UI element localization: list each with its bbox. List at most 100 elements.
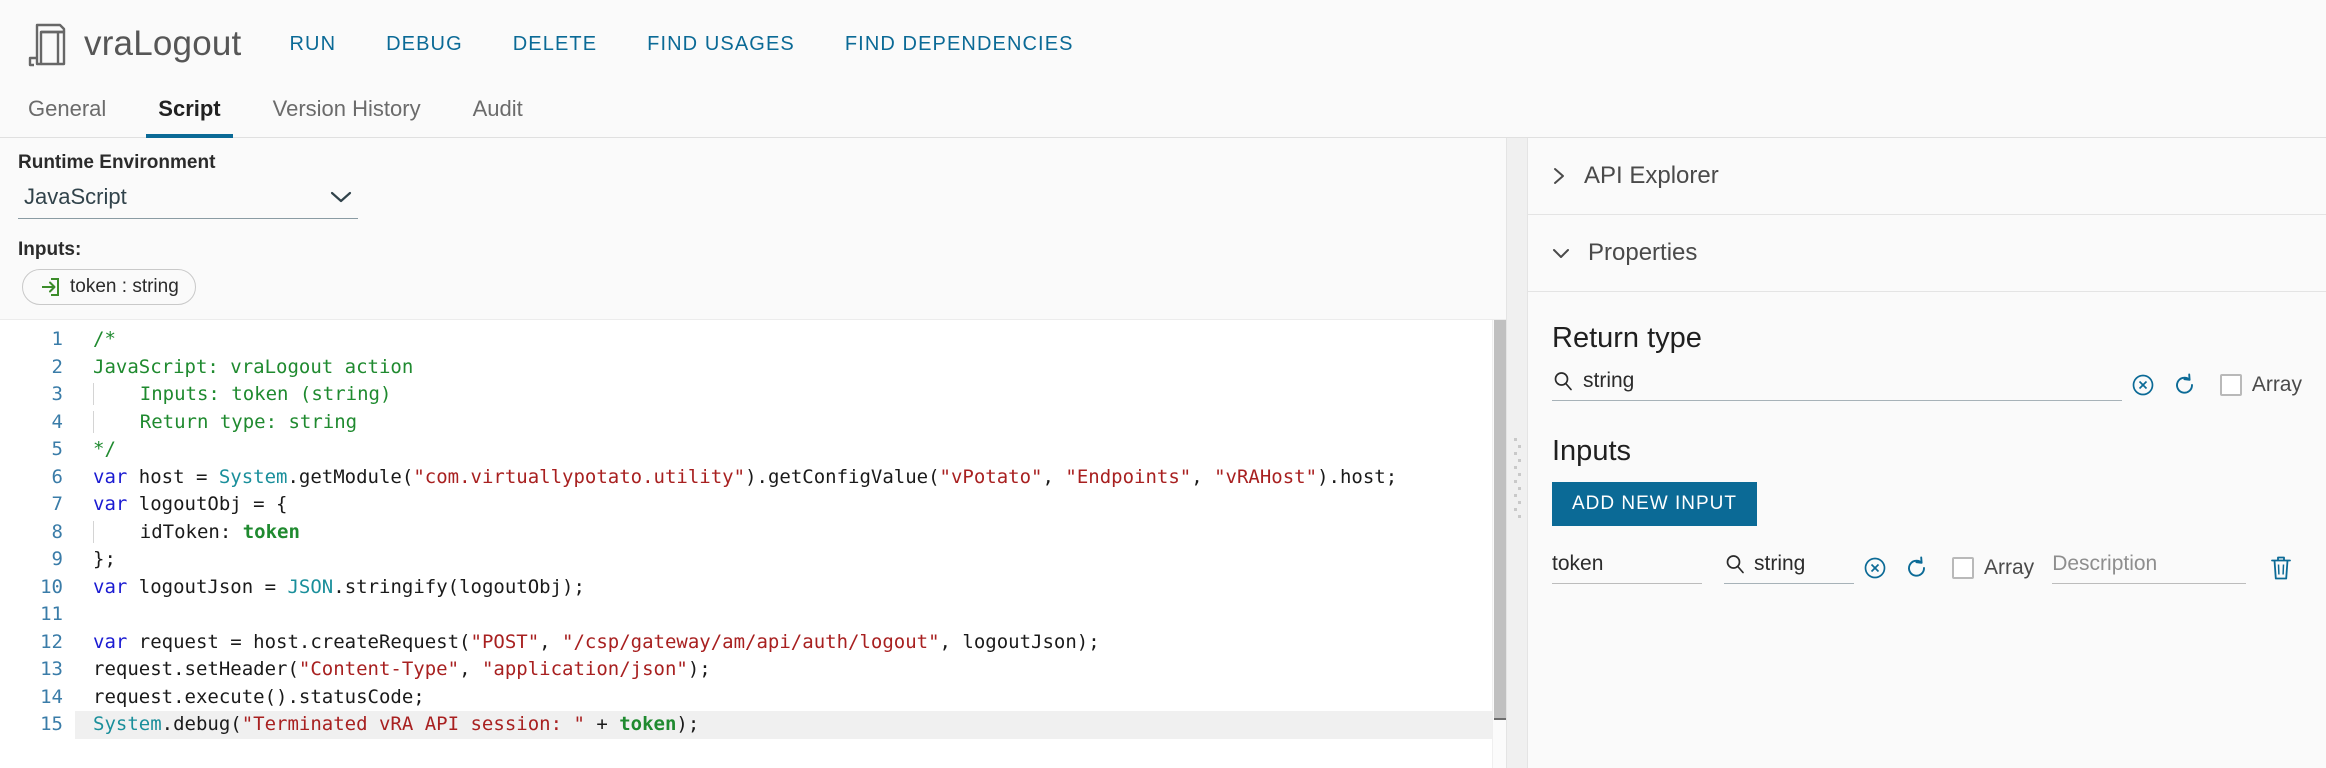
- code-token: idToken:: [105, 520, 243, 543]
- code-line[interactable]: idToken: token: [75, 519, 1506, 547]
- code-token: System: [218, 465, 288, 488]
- run-button[interactable]: RUN: [289, 25, 336, 64]
- runtime-environment-block: Runtime Environment JavaScript: [0, 138, 1506, 219]
- inputs-title: Inputs: [1552, 435, 1631, 467]
- code-content[interactable]: /* JavaScript: vraLogout action Inputs: t…: [75, 326, 1506, 739]
- code-token: System: [93, 713, 162, 735]
- input-arrow-icon: [42, 278, 59, 296]
- indent-guide: [93, 410, 106, 433]
- code-token: host =: [127, 465, 219, 488]
- code-line[interactable]: request.execute().statusCode;: [75, 684, 1506, 712]
- code-line[interactable]: request.setHeader("Content-Type", "appli…: [75, 656, 1506, 684]
- runtime-environment-select[interactable]: JavaScript: [18, 182, 358, 219]
- input-array-label: Array: [1984, 556, 2035, 579]
- line-number: 13: [40, 658, 63, 680]
- line-number: 5: [51, 438, 63, 460]
- properties-label: Properties: [1588, 239, 1698, 266]
- return-type-search-field[interactable]: string: [1552, 369, 2122, 401]
- code-line[interactable]: JavaScript: vraLogout action: [75, 354, 1506, 382]
- line-number: 6: [51, 465, 63, 488]
- return-type-row: string Array: [1552, 369, 2302, 401]
- code-line[interactable]: var logoutObj = {: [75, 491, 1506, 519]
- editor-vertical-scrollbar[interactable]: [1492, 320, 1506, 768]
- code-token: .getModule(: [287, 465, 414, 488]
- input-chip-token[interactable]: token : string: [22, 269, 196, 305]
- pane-splitter[interactable]: [1506, 138, 1528, 768]
- trash-icon: [2271, 556, 2291, 580]
- indent-guide: [93, 520, 106, 543]
- code-token: request = host.createRequest(: [127, 630, 471, 653]
- code-line[interactable]: */: [75, 436, 1506, 464]
- code-line[interactable]: /*: [75, 326, 1506, 354]
- code-token: "com.virtuallypotato.utility": [413, 465, 746, 488]
- delete-button[interactable]: DELETE: [513, 25, 597, 64]
- properties-body: Return type string Array Inputs ADD NEW …: [1528, 292, 2326, 584]
- code-line[interactable]: };: [75, 546, 1506, 574]
- clear-circle-icon: [1864, 557, 1886, 579]
- code-token: );: [676, 713, 700, 735]
- line-number: 11: [40, 603, 63, 625]
- debug-button[interactable]: DEBUG: [386, 25, 463, 64]
- line-number: 7: [51, 493, 63, 515]
- input-type-refresh-button[interactable]: [1896, 555, 1938, 581]
- line-number: 9: [51, 548, 63, 570]
- tab-general[interactable]: General: [16, 96, 118, 138]
- code-token: "Content-Type": [298, 658, 460, 680]
- return-type-value: string: [1583, 369, 1635, 392]
- runtime-environment-value: JavaScript: [24, 184, 127, 209]
- api-explorer-label: API Explorer: [1584, 162, 1719, 189]
- add-new-input-button[interactable]: ADD NEW INPUT: [1552, 482, 1757, 526]
- input-type-clear-button[interactable]: [1854, 555, 1896, 581]
- input-name-field[interactable]: token: [1552, 552, 1702, 584]
- code-token: "/csp/gateway/am/api/auth/logout": [562, 630, 940, 653]
- page-title: vraLogout: [84, 24, 242, 63]
- indent-guide: [93, 383, 106, 405]
- code-editor[interactable]: 1 2 3 4 5 6 7 8 9 10 11 12 13 14 15 /* JavaScript: vraL…: [0, 319, 1506, 768]
- find-usages-button[interactable]: FIND USAGES: [647, 25, 795, 64]
- code-line[interactable]: var logoutJson = JSON.stringify(logoutOb…: [75, 574, 1506, 602]
- code-token: );: [687, 658, 711, 680]
- return-type-array-checkbox[interactable]: [2219, 374, 2242, 396]
- properties-pane: API Explorer Properties Return type stri…: [1528, 138, 2326, 768]
- api-explorer-accordion[interactable]: API Explorer: [1528, 138, 2326, 215]
- editor-scrollbar-divider: [1494, 718, 1506, 720]
- code-line[interactable]: var request = host.createRequest("POST",…: [75, 629, 1506, 657]
- refresh-icon: [2175, 373, 2193, 394]
- return-type-array-checkbox-wrap[interactable]: Array: [2219, 373, 2302, 397]
- code-line[interactable]: [75, 601, 1506, 629]
- line-number: 4: [51, 410, 63, 433]
- tab-audit[interactable]: Audit: [461, 96, 535, 138]
- code-token: Return type: string: [105, 410, 358, 433]
- input-type-search-field[interactable]: string: [1724, 552, 1854, 584]
- return-type-title: Return type: [1552, 322, 1702, 354]
- input-array-checkbox[interactable]: [1952, 557, 1974, 579]
- code-line[interactable]: Return type: string: [75, 409, 1506, 437]
- splitter-grip-icon[interactable]: [1514, 438, 1522, 522]
- code-token: var: [93, 493, 128, 515]
- input-chip-label: token : string: [70, 276, 179, 297]
- tab-script[interactable]: Script: [146, 96, 233, 138]
- body-split: Runtime Environment JavaScript Inputs: t…: [0, 138, 2326, 768]
- code-token: logoutJson =: [127, 575, 288, 598]
- action-toolbar: RUN DEBUG DELETE FIND USAGES FIND DEPEND…: [289, 25, 1123, 64]
- editor-scrollbar-thumb[interactable]: [1494, 320, 1506, 720]
- properties-accordion[interactable]: Properties: [1528, 215, 2326, 292]
- line-number-gutter: 1 2 3 4 5 6 7 8 9 10 11 12 13 14 15: [0, 326, 75, 739]
- tab-bar: General Script Version History Audit: [0, 88, 2326, 138]
- app-header: vraLogout RUN DEBUG DELETE FIND USAGES F…: [0, 0, 2326, 88]
- input-delete-button[interactable]: [2260, 554, 2302, 582]
- code-line[interactable]: Inputs: token (string): [75, 381, 1506, 409]
- input-array-checkbox-wrap[interactable]: Array: [1952, 556, 2034, 580]
- code-token: ,: [539, 630, 563, 653]
- code-token: ,: [1042, 465, 1066, 488]
- tab-version-history[interactable]: Version History: [261, 96, 433, 138]
- search-icon: [1554, 372, 1572, 391]
- input-description-field[interactable]: Description: [2052, 552, 2246, 584]
- find-dependencies-button[interactable]: FIND DEPENDENCIES: [845, 25, 1074, 64]
- code-token: request.setHeader(: [93, 658, 299, 680]
- code-token: ).host;: [1317, 465, 1398, 488]
- code-line[interactable]: System.debug("Terminated vRA API session…: [75, 711, 1506, 739]
- code-line[interactable]: var host = System.getModule("com.virtual…: [75, 464, 1506, 492]
- return-type-refresh-button[interactable]: [2164, 372, 2206, 398]
- return-type-clear-button[interactable]: [2122, 372, 2164, 398]
